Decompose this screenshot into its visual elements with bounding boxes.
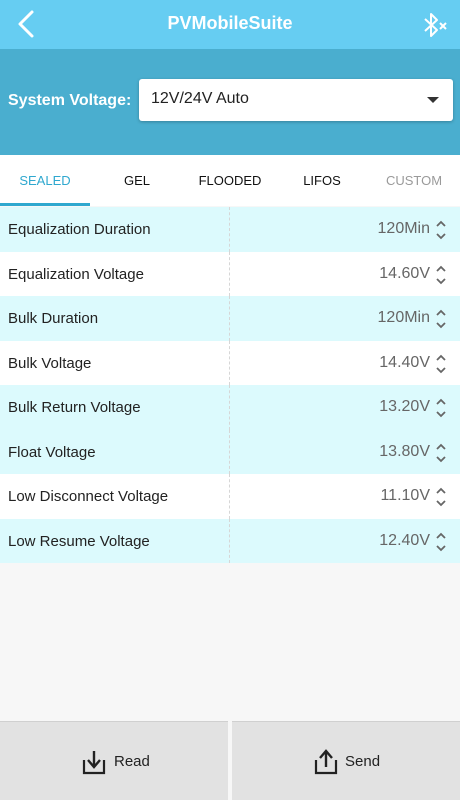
tab-lifos[interactable]: LIFOS: [276, 155, 368, 206]
action-bar: Read Send: [0, 721, 460, 800]
read-button[interactable]: Read: [0, 721, 228, 800]
stepper-arrows-icon[interactable]: [434, 529, 448, 555]
setting-value[interactable]: 13.20V: [379, 398, 430, 416]
stepper-arrows-icon[interactable]: [434, 217, 448, 243]
row-divider: [229, 340, 230, 385]
page-title: PVMobileSuite: [167, 13, 293, 33]
tab-sealed[interactable]: SEALED: [0, 155, 90, 206]
stepper-arrows-icon[interactable]: [434, 351, 448, 377]
stepper-arrows-icon[interactable]: [434, 306, 448, 332]
setting-value[interactable]: 120Min: [378, 309, 430, 327]
setting-label: Equalization Voltage: [8, 265, 144, 283]
stepper-arrows-icon[interactable]: [434, 262, 448, 288]
send-label: Send: [345, 753, 381, 770]
dropdown-arrow-icon: [427, 97, 439, 103]
row-divider: [229, 296, 230, 341]
row-divider: [229, 429, 230, 474]
battery-type-tabs: SEALED GEL FLOODED LIFOS CUSTOM: [0, 155, 460, 206]
upload-icon: [314, 749, 338, 775]
system-voltage-value: 12V/24V Auto: [151, 90, 249, 107]
setting-row-bulk-voltage[interactable]: Bulk Voltage 14.40V: [0, 340, 460, 385]
app-header: PVMobileSuite: [0, 0, 460, 49]
download-icon: [82, 751, 106, 775]
setting-label: Bulk Voltage: [8, 354, 92, 372]
tab-gel[interactable]: GEL: [90, 155, 184, 206]
tab-flooded[interactable]: FLOODED: [184, 155, 276, 206]
row-divider: [229, 474, 230, 519]
setting-label: Low Resume Voltage: [8, 532, 150, 550]
system-voltage-label: System Voltage:: [8, 92, 132, 109]
settings-list: Equalization Duration 120Min Equalizatio…: [0, 207, 460, 563]
stepper-arrows-icon[interactable]: [434, 440, 448, 466]
setting-row-bulk-duration[interactable]: Bulk Duration 120Min: [0, 296, 460, 341]
send-button[interactable]: Send: [232, 721, 460, 800]
setting-label: Equalization Duration: [8, 221, 151, 238]
system-voltage-bar: System Voltage: 12V/24V Auto: [0, 49, 460, 155]
setting-label: Low Disconnect Voltage: [8, 488, 169, 505]
stepper-arrows-icon[interactable]: [434, 484, 448, 510]
setting-row-low-disconnect-voltage[interactable]: Low Disconnect Voltage 11.10V: [0, 474, 460, 519]
row-divider: [229, 518, 230, 563]
row-divider: [229, 251, 230, 296]
row-divider: [229, 207, 230, 252]
setting-row-low-resume-voltage[interactable]: Low Resume Voltage 12.40V: [0, 518, 460, 563]
bluetooth-button[interactable]: [418, 10, 452, 40]
setting-row-equalization-voltage[interactable]: Equalization Voltage 14.60V: [0, 251, 460, 296]
setting-label: Bulk Return Voltage: [8, 399, 141, 416]
tab-custom[interactable]: CUSTOM: [368, 155, 460, 206]
setting-value[interactable]: 13.80V: [379, 443, 430, 461]
setting-value[interactable]: 14.40V: [379, 354, 430, 372]
system-voltage-select[interactable]: 12V/24V Auto: [139, 79, 453, 121]
active-tab-indicator: [0, 203, 90, 206]
setting-row-equalization-duration[interactable]: Equalization Duration 120Min: [0, 207, 460, 252]
setting-row-float-voltage[interactable]: Float Voltage 13.80V: [0, 429, 460, 474]
setting-value[interactable]: 14.60V: [379, 265, 430, 283]
row-divider: [229, 385, 230, 430]
setting-row-bulk-return-voltage[interactable]: Bulk Return Voltage 13.20V: [0, 385, 460, 430]
setting-value[interactable]: 12.40V: [379, 532, 430, 550]
setting-value[interactable]: 11.10V: [380, 487, 430, 505]
stepper-arrows-icon[interactable]: [434, 395, 448, 421]
read-label: Read: [114, 753, 150, 770]
setting-value[interactable]: 120Min: [378, 220, 430, 238]
setting-label: Float Voltage: [8, 443, 96, 461]
bluetooth-disconnected-icon: [424, 13, 447, 37]
setting-label: Bulk Duration: [8, 310, 99, 327]
